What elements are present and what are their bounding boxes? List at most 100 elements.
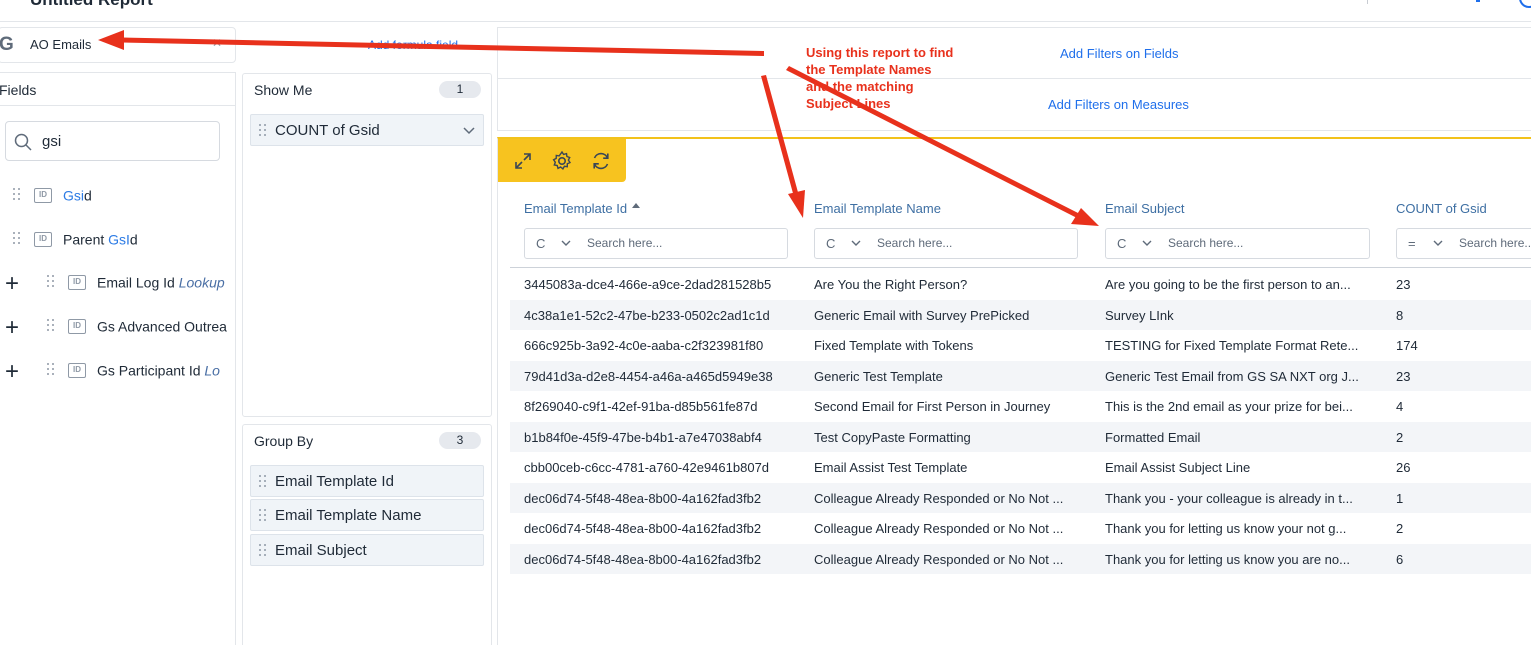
show-me-header: Show Me 1 (243, 74, 491, 106)
close-icon[interactable]: ✕ (212, 36, 222, 50)
table-cell: 26 (1396, 460, 1411, 475)
table-row[interactable]: 8f269040-c9f1-42ef-91ba-d85b561fe87d Seco… (510, 391, 1531, 421)
drag-handle-icon[interactable] (47, 275, 55, 289)
table-row[interactable]: 3445083a-dce4-466e-a9ce-2dad281528b5 Are … (510, 269, 1531, 299)
table-cell: 174 (1396, 338, 1418, 353)
drag-handle-icon[interactable] (259, 475, 267, 489)
field-name: Email Log Id Lookup (97, 274, 225, 290)
filter-placeholder: Search here... (1168, 236, 1244, 250)
filter-operator[interactable]: C (1117, 236, 1126, 251)
filters-divider (498, 78, 1531, 79)
expand-field-icon[interactable]: + (5, 360, 19, 384)
google-g-icon: G (0, 34, 14, 55)
menu-indicator[interactable] (1476, 0, 1480, 2)
table-cell: Are you going to be the first person to … (1105, 277, 1351, 292)
id-type-icon: ID (34, 187, 52, 203)
fields-title: Fields (0, 82, 37, 98)
field-item[interactable]: ID Gs Advanced Outrea (47, 317, 235, 343)
field-item[interactable]: ID Email Log Id Lookup (47, 273, 235, 299)
column-header-label: Email Subject (1105, 201, 1185, 216)
table-cell: Second Email for First Person in Journey (814, 399, 1051, 414)
drag-handle-icon[interactable] (13, 232, 21, 246)
table-row[interactable]: dec06d74-5f48-48ea-8b00-4a162fad3fb2 Coll… (510, 543, 1531, 574)
add-filters-on-fields-link[interactable]: Add Filters on Fields (1060, 46, 1179, 61)
table-cell: Fixed Template with Tokens (814, 338, 974, 353)
table-cell: TESTING for Fixed Template Format Rete..… (1105, 338, 1359, 353)
drag-handle-icon[interactable] (259, 509, 267, 523)
chevron-down-icon[interactable] (850, 238, 862, 250)
table-cell: 8f269040-c9f1-42ef-91ba-d85b561fe87d (524, 399, 758, 414)
column-header[interactable]: Email Template Id (524, 201, 641, 216)
table-row[interactable]: 666c925b-3a92-4c0e-aaba-c2f323981f80 Fixe… (510, 330, 1531, 360)
field-name-match: GsI (108, 231, 130, 248)
chevron-down-icon[interactable] (1141, 238, 1153, 250)
chevron-down-icon[interactable] (560, 238, 572, 250)
field-lookup-tag: Lo (204, 362, 220, 379)
column-header[interactable]: COUNT of Gsid (1396, 201, 1487, 216)
add-filters-on-measures-link[interactable]: Add Filters on Measures (1048, 97, 1189, 112)
table-cell: 2 (1396, 521, 1404, 536)
table-row[interactable]: cbb00ceb-c6cc-4781-a760-42e9461b807d Emai… (510, 452, 1531, 482)
refresh-icon[interactable] (590, 150, 612, 172)
table-cell: 4 (1396, 399, 1404, 414)
filter-placeholder: Search here... (587, 236, 663, 250)
column-header[interactable]: Email Subject (1105, 201, 1184, 216)
filter-operator[interactable]: C (826, 236, 835, 251)
data-source-name: AO Emails (30, 37, 92, 52)
drag-handle-icon[interactable] (13, 188, 21, 202)
field-item[interactable]: ID Gs Participant Id Lo (47, 361, 235, 387)
group-by-chip[interactable]: Email Template Id (250, 465, 484, 497)
table-row[interactable]: b1b84f0e-45f9-47be-b4b1-a7e47038abf4 Test… (510, 421, 1531, 452)
chevron-down-icon[interactable] (462, 124, 476, 138)
group-by-panel: Group By 3 Email Template Id Email Templ… (242, 424, 492, 645)
filter-operator[interactable]: = (1408, 236, 1416, 251)
group-by-chip[interactable]: Email Subject (250, 534, 484, 566)
column-filter-input[interactable]: = Search here... (1396, 228, 1531, 259)
field-name: Gs Advanced Outrea (97, 318, 227, 334)
field-lookup-tag: Lookup (178, 274, 225, 291)
drag-handle-icon[interactable] (47, 319, 55, 333)
group-by-chip[interactable]: Email Template Name (250, 499, 484, 531)
group-by-chip-label: Email Template Id (275, 473, 394, 490)
column-filter-input[interactable]: C Search here... (524, 228, 788, 259)
column-header[interactable]: Email Template Name (814, 201, 941, 216)
field-name-prefix: Gs Participant Id (97, 362, 205, 379)
id-type-icon: ID (68, 362, 86, 378)
id-type-icon: ID (68, 274, 86, 290)
sort-ascending-icon[interactable] (631, 201, 641, 213)
table-cell: Thank you - your colleague is already in… (1105, 490, 1353, 506)
table-cell: 23 (1396, 277, 1411, 292)
fields-panel: Fields gsi ID Gsid ID Parent GsId + ID Email L… (0, 72, 236, 645)
column-filter-input[interactable]: C Search here... (814, 228, 1078, 259)
table-cell: Generic Email with Survey PrePicked (814, 307, 1030, 323)
drag-handle-icon[interactable] (259, 544, 267, 558)
id-type-icon: ID (34, 231, 52, 247)
group-by-count-badge: 3 (439, 432, 481, 449)
field-name: Parent GsId (63, 231, 138, 247)
field-search-input[interactable]: gsi (5, 121, 220, 161)
column-filter-input[interactable]: C Search here... (1105, 228, 1370, 259)
table-row[interactable]: dec06d74-5f48-48ea-8b00-4a162fad3fb2 Coll… (510, 513, 1531, 543)
table-cell: b1b84f0e-45f9-47be-b4b1-a7e47038abf4 (524, 429, 762, 445)
expand-field-icon[interactable]: + (5, 316, 19, 340)
add-formula-field-link[interactable]: Add formula field (368, 38, 458, 52)
drag-handle-icon[interactable] (47, 363, 55, 377)
field-item[interactable]: ID Gsid (13, 186, 235, 212)
help-icon[interactable] (1519, 0, 1531, 8)
data-source-selector[interactable]: G AO Emails ✕ (0, 27, 236, 63)
table-row[interactable]: dec06d74-5f48-48ea-8b00-4a162fad3fb2 Coll… (510, 482, 1531, 513)
drag-handle-icon[interactable] (259, 124, 267, 138)
expand-icon[interactable] (512, 150, 534, 172)
filter-operator[interactable]: C (536, 236, 545, 251)
settings-icon[interactable] (551, 150, 573, 172)
table-row[interactable]: 79d41d3a-d2e8-4454-a46a-a465d5949e38 Gene… (510, 360, 1531, 391)
column-header-label: Email Template Name (814, 201, 941, 216)
field-item[interactable]: ID Parent GsId (13, 230, 235, 256)
report-title[interactable]: Untitled Report (30, 0, 153, 10)
table-row[interactable]: 4c38a1e1-52c2-47be-b233-0502c2ad1c1d Gene… (510, 299, 1531, 330)
expand-field-icon[interactable]: + (5, 272, 19, 296)
chevron-down-icon[interactable] (1432, 238, 1444, 250)
measure-chip[interactable]: COUNT of Gsid (250, 114, 484, 146)
report-grid: Email Template Id C Search here... Email T… (497, 137, 1531, 645)
field-name-suffix: d (129, 231, 138, 248)
